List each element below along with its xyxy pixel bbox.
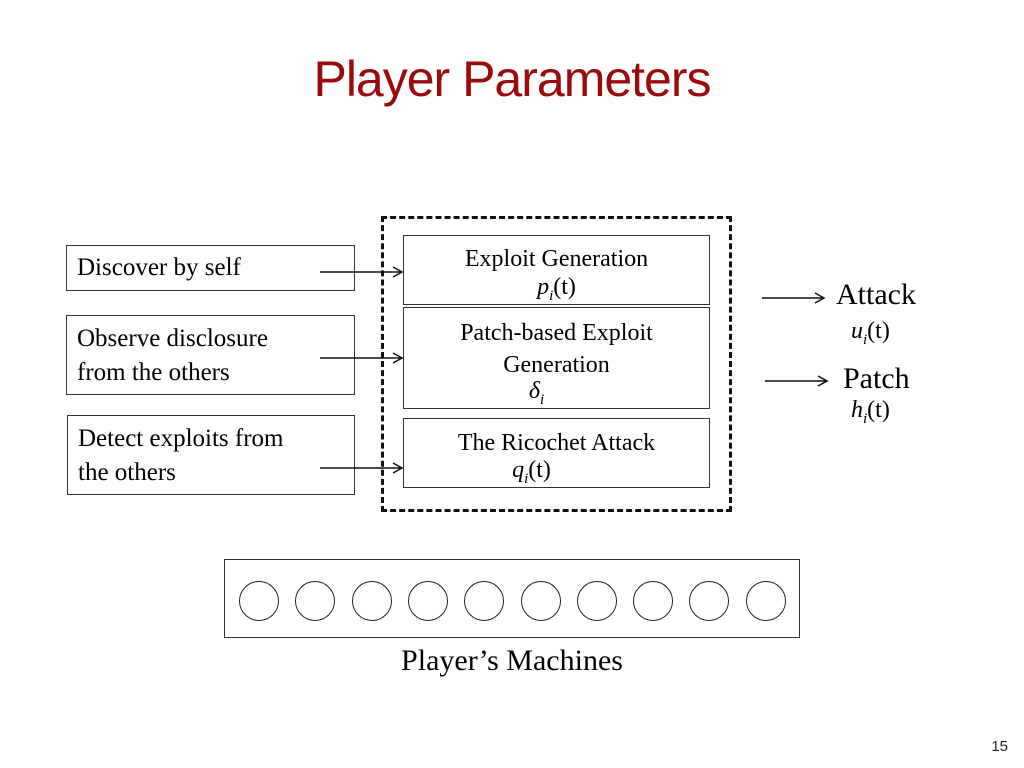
page-number: 15 [991, 738, 1008, 755]
machine-circle [633, 581, 674, 621]
arrow-observe-to-patch-based [320, 352, 404, 364]
arrow-to-attack [762, 292, 826, 304]
machine-circle [351, 581, 392, 621]
arrow-to-patch [765, 375, 829, 387]
machine-circle [464, 581, 505, 621]
machine-circle [295, 581, 336, 621]
player-machines-box [224, 559, 800, 638]
machine-circle [689, 581, 730, 621]
output-attack-label: Attack [836, 278, 916, 311]
output-patch-label: Patch [843, 362, 910, 395]
machine-circle [576, 581, 617, 621]
machine-circle [520, 581, 561, 621]
arrow-detect-to-ricochet [320, 462, 404, 474]
output-patch-param: hi(t) [851, 397, 890, 427]
arrow-discover-to-exploit-gen [320, 266, 404, 278]
output-attack-param: ui(t) [851, 318, 890, 348]
machine-circle [745, 581, 786, 621]
machine-circle [407, 581, 448, 621]
machine-circle [239, 581, 279, 621]
player-machines-caption: Player’s Machines [401, 644, 623, 677]
